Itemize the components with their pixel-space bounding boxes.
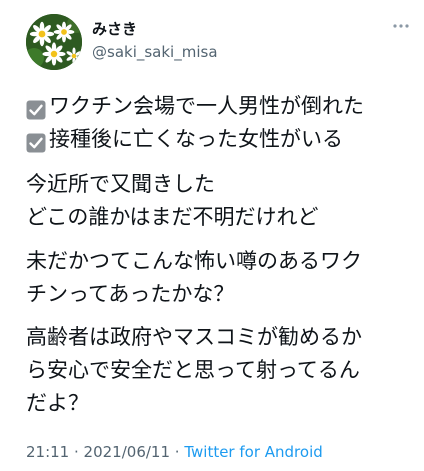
- tweet-paragraph: 未だかつてこんな怖い噂のあるワク チンってあったかな？: [26, 245, 418, 311]
- checklist-item-text: ワクチン会場で一人男性が倒れた: [49, 94, 364, 118]
- tweet-card: みさき @saki_saki_misa ワクチン会場で一人男性が倒れた 接種後に…: [0, 0, 424, 471]
- checkbox-checked-icon: [26, 130, 46, 152]
- tweet-checklist: ワクチン会場で一人男性が倒れた 接種後に亡くなった女性がいる: [26, 90, 418, 156]
- tweet-meta: 21:11 · 2021/06/11 · Twitter for Android: [26, 442, 323, 462]
- tweet-paragraph: 高齢者は政府やマスコミが勧めるか ら安心で安全だと思って射ってるん だよ？: [26, 321, 418, 420]
- tweet-text-line: 高齢者は政府やマスコミが勧めるか: [26, 325, 362, 349]
- tweet-text-line: だよ？: [26, 391, 89, 415]
- tweet-source-link[interactable]: Twitter for Android: [184, 443, 322, 461]
- more-horizontal-icon[interactable]: [390, 18, 412, 34]
- meta-separator: ·: [170, 443, 185, 461]
- tweet-text-line: どこの誰かはまだ不明だけれど: [26, 205, 319, 229]
- tweet-paragraph: 今近所で又聞きした どこの誰かはまだ不明だけれど: [26, 168, 418, 234]
- avatar[interactable]: [26, 14, 82, 70]
- tweet-text-line: チンってあったかな？: [26, 282, 235, 306]
- checklist-item: ワクチン会場で一人男性が倒れた: [26, 90, 418, 123]
- user-handle[interactable]: @saki_saki_misa: [92, 43, 218, 61]
- checklist-item: 接種後に亡くなった女性がいる: [26, 123, 418, 156]
- checklist-item-text: 接種後に亡くなった女性がいる: [49, 127, 343, 151]
- daisy-flowers-avatar-icon: [26, 14, 82, 70]
- display-name[interactable]: みさき: [92, 20, 137, 38]
- tweet-date[interactable]: 2021/06/11: [84, 443, 170, 461]
- tweet-text-line: 未だかつてこんな怖い噂のあるワク: [26, 249, 362, 273]
- checkbox-checked-icon: [26, 97, 46, 119]
- tweet-time[interactable]: 21:11: [26, 443, 69, 461]
- tweet-text-line: 今近所で又聞きした: [26, 172, 215, 196]
- meta-separator: ·: [69, 443, 84, 461]
- tweet-text-line: ら安心で安全だと思って射ってるん: [26, 358, 360, 382]
